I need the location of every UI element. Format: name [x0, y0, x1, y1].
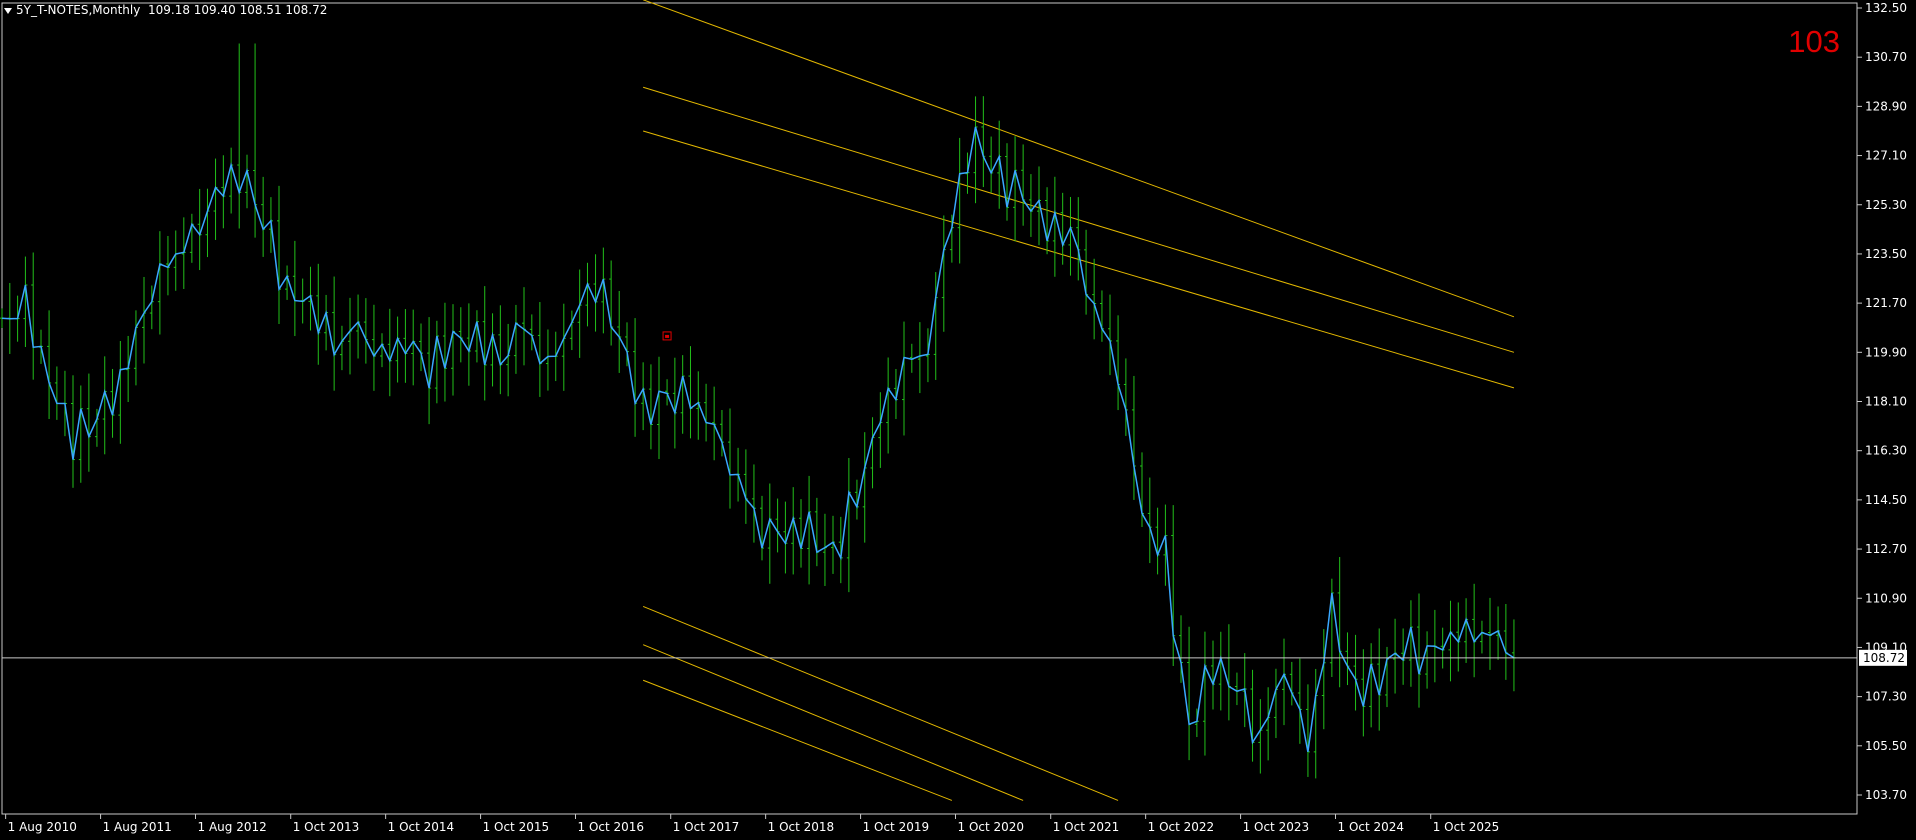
x-tick-label: 1 Oct 2016	[578, 820, 645, 834]
lower-channel-2[interactable]	[642, 644, 1024, 801]
y-tick-label: 119.90	[1865, 345, 1907, 359]
y-tick-label: 114.50	[1865, 493, 1907, 507]
x-tick-label: 1 Oct 2020	[958, 820, 1025, 834]
x-tick-label: 1 Oct 2013	[293, 820, 360, 834]
y-tick-label: 123.50	[1865, 247, 1907, 261]
x-tick-label: 1 Oct 2018	[768, 820, 835, 834]
x-tick-label: 1 Oct 2025	[1433, 820, 1500, 834]
x-tick-label: 1 Aug 2011	[103, 820, 172, 834]
y-tick-label: 105.50	[1865, 739, 1907, 753]
x-tick-label: 1 Oct 2023	[1243, 820, 1310, 834]
x-tick-label: 1 Oct 2024	[1338, 820, 1405, 834]
x-tick-label: 1 Oct 2017	[673, 820, 740, 834]
current-price-label: 108.72	[1863, 651, 1905, 665]
y-tick-label: 103.70	[1865, 788, 1907, 802]
ohlc-values: 109.18 109.40 108.51 108.72	[147, 3, 328, 17]
lower-channel-1[interactable]	[642, 605, 1119, 801]
dropdown-triangle-icon[interactable]	[4, 7, 12, 14]
y-tick-label: 107.30	[1865, 690, 1907, 704]
x-tick-label: 1 Oct 2014	[388, 820, 455, 834]
y-tick-label: 128.90	[1865, 99, 1907, 113]
chart-header: 5Y_T-NOTES,Monthly 109.18 109.40 108.51 …	[4, 3, 327, 17]
x-tick-label: 1 Oct 2022	[1148, 820, 1215, 834]
y-tick-label: 125.30	[1865, 198, 1907, 212]
lower-channel-3[interactable]	[642, 679, 953, 801]
y-tick-label: 127.10	[1865, 149, 1907, 163]
y-tick-label: 110.90	[1865, 591, 1907, 605]
y-tick-label: 121.70	[1865, 296, 1907, 310]
price-chart[interactable]: 132.50 130.70 128.90 127.10 125.30 123.50 121.…	[0, 0, 1916, 840]
x-tick-label: 1 Aug 2010	[8, 820, 77, 834]
y-tick-label: 130.70	[1865, 50, 1907, 64]
ohlc-bars	[0, 43, 1516, 779]
y-tick-label: 112.70	[1865, 542, 1907, 556]
x-tick-label: 1 Oct 2015	[483, 820, 550, 834]
x-tick-label: 1 Oct 2021	[1053, 820, 1120, 834]
y-tick-label: 132.50	[1865, 1, 1907, 15]
x-tick-label: 1 Oct 2019	[863, 820, 930, 834]
x-tick-label: 1 Aug 2012	[198, 820, 267, 834]
y-tick-label: 118.10	[1865, 395, 1907, 409]
y-tick-label: 116.30	[1865, 444, 1907, 458]
symbol-timeframe: 5Y_T-NOTES,Monthly	[16, 3, 141, 17]
alert-marker-core	[665, 334, 670, 338]
plot-frame	[1, 2, 1858, 815]
overlay-number: 103	[1788, 24, 1840, 59]
